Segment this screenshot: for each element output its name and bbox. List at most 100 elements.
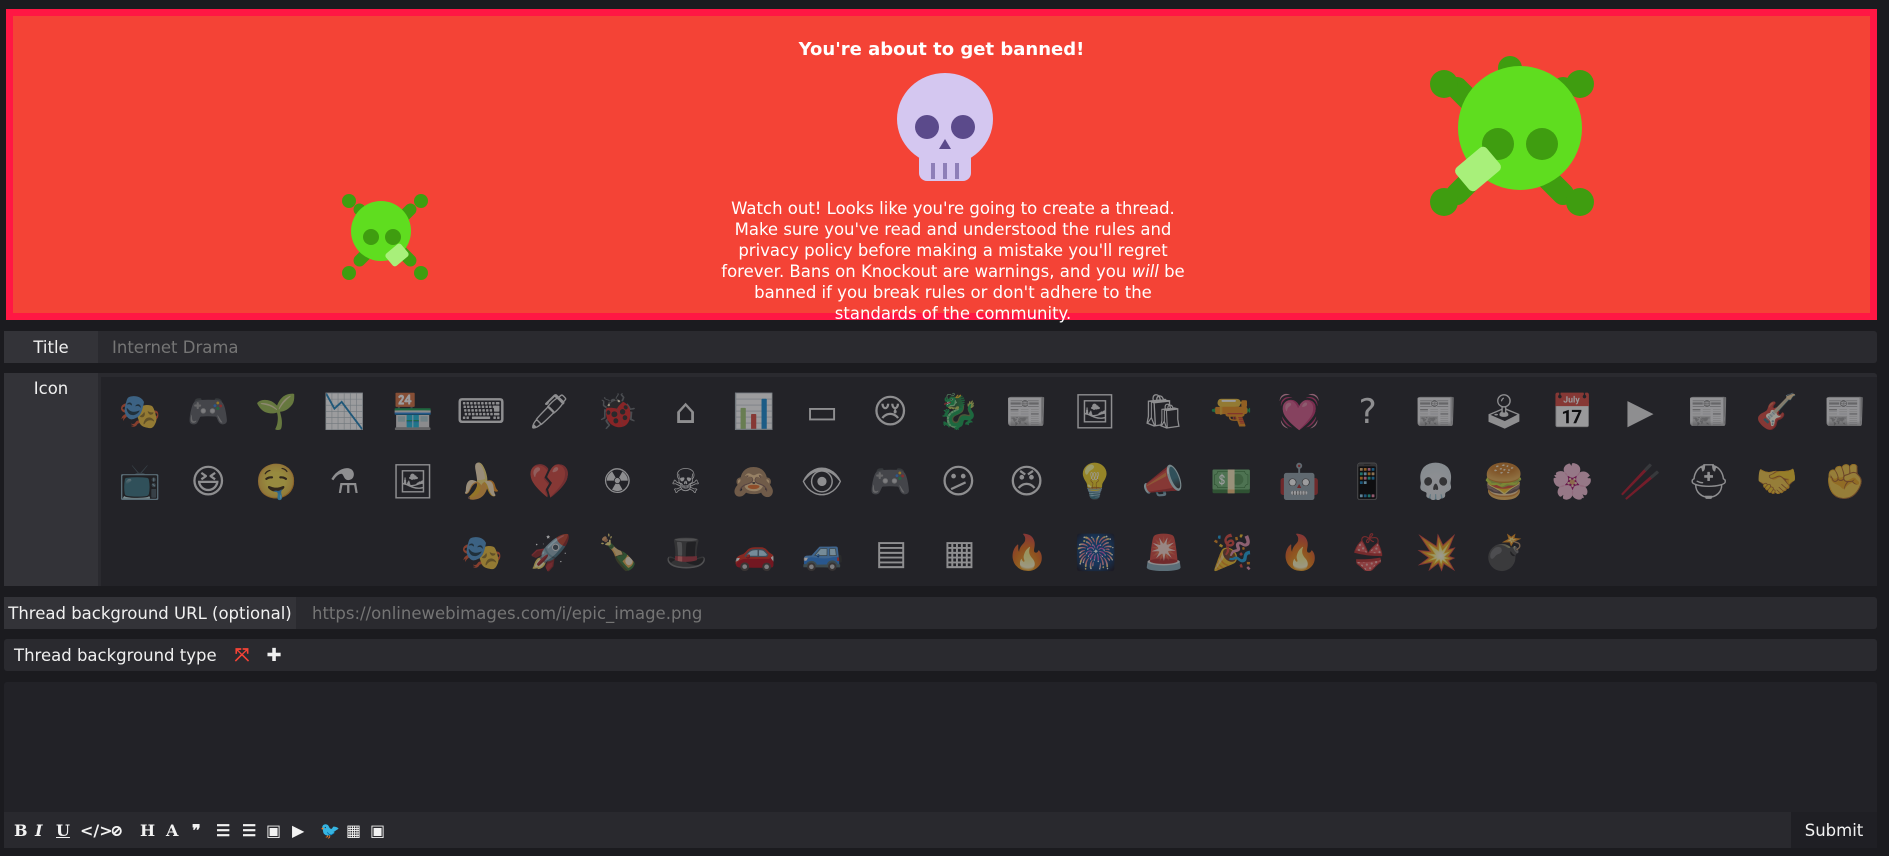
laughing-face-icon[interactable]: 😆: [183, 457, 233, 507]
megaphone-icon[interactable]: 📣: [1138, 457, 1188, 507]
drama-icon[interactable]: 🎭: [115, 387, 165, 437]
twitter-button[interactable]: 🐦: [320, 820, 340, 840]
underline-button[interactable]: U: [56, 820, 70, 840]
title-input[interactable]: [110, 331, 1814, 363]
explosion-icon[interactable]: 💥: [1412, 528, 1462, 578]
heartbeat-icon[interactable]: 💓: [1274, 387, 1324, 437]
question-icon[interactable]: ?: [1343, 387, 1393, 437]
image-button[interactable]: ▣: [266, 820, 281, 840]
image-gallery-icon[interactable]: 🖼: [1070, 387, 1120, 437]
submit-button[interactable]: Submit: [1791, 812, 1877, 848]
lightbulb-icon[interactable]: 💡: [1070, 457, 1120, 507]
handshake-icon[interactable]: 🤝: [1752, 457, 1802, 507]
youtube-button[interactable]: ▶: [292, 820, 304, 840]
background-type-row: Thread background type ⤧ ✚: [4, 639, 1877, 671]
banner-message-line2: Make sure you've read and understood the…: [721, 220, 1172, 281]
fist-icon[interactable]: ✊: [1820, 457, 1870, 507]
bold-button[interactable]: B: [14, 820, 28, 840]
witch-hat-icon[interactable]: 🎩: [662, 528, 712, 578]
party-popper-icon[interactable]: 🎉: [1207, 528, 1257, 578]
icon-row: Icon 🎭 🎮 🌱 📉 🏪 ⌨ 🖊 🐞 ⌂ 📊 ▭ 😢 🐉 📰 🖼 🛍 🔫 💓? 📰 🕹 📅 ▶ 📰 🎸 📰 📺 😆 🤤 ⚗ 🖼 🍌 💔 ☢ ☠…: [4, 373, 1877, 586]
code-window-icon[interactable]: ⌂: [661, 387, 711, 437]
ram-chip-icon[interactable]: ▤: [866, 528, 916, 578]
drooling-face-icon[interactable]: 🤤: [251, 457, 301, 507]
heading-button[interactable]: H: [140, 820, 155, 840]
gamepad-icon[interactable]: 🎮: [865, 457, 915, 507]
eye-icon[interactable]: 👁: [797, 457, 847, 507]
cpu-chip-icon[interactable]: ▦: [934, 528, 984, 578]
thread-content-editor: Submit B I U </> ⊘ H A ❞ ☰ ☰ ▣ ▶ 🐦 ▦ ▣: [4, 682, 1881, 848]
bomb-icon[interactable]: 💣: [1480, 528, 1530, 578]
skull-crossbones-small-icon: [342, 194, 428, 280]
eye-slash-icon[interactable]: 🙈: [729, 457, 779, 507]
guy-fawkes-mask-icon[interactable]: 🎭: [457, 528, 507, 578]
text-size-button[interactable]: A: [166, 820, 178, 840]
browser-window-icon[interactable]: ▭: [797, 387, 847, 437]
firework-icon[interactable]: 🎆: [1071, 528, 1121, 578]
radioactive-icon[interactable]: ☢: [592, 457, 642, 507]
chart-embed-button[interactable]: ▦: [346, 820, 361, 840]
video-button[interactable]: ▣: [370, 820, 385, 840]
us-news-icon[interactable]: 📰: [1820, 387, 1870, 437]
dota-icon[interactable]: 🐉: [933, 387, 983, 437]
crying-face-icon[interactable]: 😢: [865, 387, 915, 437]
newspaper-icon[interactable]: 📰: [1411, 387, 1461, 437]
uk-news-icon[interactable]: 📰: [1684, 387, 1734, 437]
grocery-bag-icon[interactable]: 🛍: [1138, 387, 1188, 437]
quote-button[interactable]: ❞: [192, 820, 201, 840]
easel-icon[interactable]: 🖼: [388, 457, 438, 507]
bug-icon[interactable]: 🐞: [592, 387, 642, 437]
money-icon[interactable]: 💵: [1206, 457, 1256, 507]
banner-message-line1: Watch out! Looks like you're going to cr…: [731, 199, 1175, 218]
ban-warning-banner: You're about to get banned! Watch out! L…: [6, 9, 1877, 323]
phone-icon[interactable]: 📱: [1343, 457, 1393, 507]
unordered-list-button[interactable]: ☰: [242, 820, 256, 840]
banana-icon[interactable]: 🍌: [456, 457, 506, 507]
pen-icon[interactable]: 🖊: [524, 387, 574, 437]
tv-icon[interactable]: 📺: [115, 457, 165, 507]
underwear-icon[interactable]: 👙: [1344, 528, 1394, 578]
angry-face-icon[interactable]: 😠: [1002, 457, 1052, 507]
video-player-icon[interactable]: ▶: [1615, 387, 1665, 437]
italic-button[interactable]: I: [35, 820, 42, 840]
skull-icon[interactable]: 💀: [1411, 457, 1461, 507]
robot-icon[interactable]: 🤖: [1274, 457, 1324, 507]
campfire-icon[interactable]: 🔥: [1275, 528, 1325, 578]
bottle-icon[interactable]: 🍾: [593, 528, 643, 578]
flask-icon[interactable]: ⚗: [320, 457, 370, 507]
fire-icon[interactable]: 🔥: [1003, 528, 1053, 578]
typewriter-icon[interactable]: ⌨: [456, 387, 506, 437]
chopsticks-icon[interactable]: 🥢: [1615, 457, 1665, 507]
ordered-list-button[interactable]: ☰: [216, 820, 230, 840]
icon-label: Icon: [4, 373, 98, 586]
skull-crossbones-icon[interactable]: ☠: [661, 457, 711, 507]
bar-chart-icon[interactable]: 📊: [729, 387, 779, 437]
background-url-label: Thread background URL (optional): [4, 597, 296, 629]
puzzle-tile-icon[interactable]: ✚: [264, 645, 284, 666]
chart-down-icon[interactable]: 📉: [320, 387, 370, 437]
car-front-icon[interactable]: 🚙: [798, 528, 848, 578]
code-button[interactable]: </>: [80, 820, 113, 840]
life-stuff-icon[interactable]: 🌱: [251, 387, 301, 437]
rocket-icon[interactable]: 🚀: [525, 528, 575, 578]
thread-content-textarea[interactable]: [4, 682, 1881, 812]
gun-icon[interactable]: 🔫: [1206, 387, 1256, 437]
nes-console-icon[interactable]: 🕹: [1479, 387, 1529, 437]
games-icon[interactable]: 🎮: [183, 387, 233, 437]
eu-news-icon[interactable]: 📰: [1002, 387, 1052, 437]
broken-heart-icon[interactable]: 💔: [524, 457, 574, 507]
flowers-icon[interactable]: 🌸: [1547, 457, 1597, 507]
spoiler-button[interactable]: ⊘: [110, 820, 123, 840]
guitar-icon[interactable]: 🎸: [1752, 387, 1802, 437]
title-label: Title: [4, 331, 98, 363]
lifebuoy-icon[interactable]: ⛑: [1684, 457, 1734, 507]
background-url-input[interactable]: [310, 597, 1814, 629]
confused-face-icon[interactable]: 😕: [933, 457, 983, 507]
background-url-row: Thread background URL (optional): [4, 597, 1877, 629]
car-icon[interactable]: 🚗: [730, 528, 780, 578]
calendar-icon[interactable]: 📅: [1547, 387, 1597, 437]
burger-icon[interactable]: 🍔: [1479, 457, 1529, 507]
shop-icon[interactable]: 🏪: [388, 387, 438, 437]
siren-icon[interactable]: 🚨: [1139, 528, 1189, 578]
expand-cover-icon[interactable]: ⤧: [232, 645, 252, 666]
